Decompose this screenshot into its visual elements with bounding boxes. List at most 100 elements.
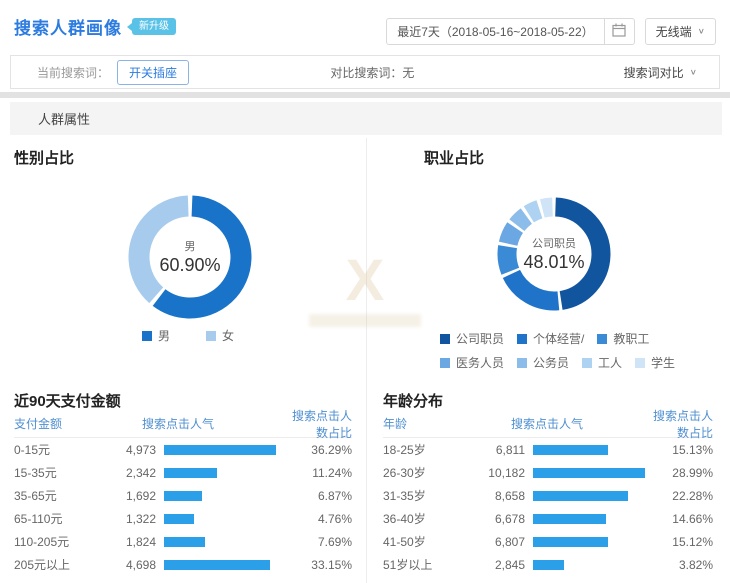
row-percent: 22.28% bbox=[649, 489, 713, 503]
row-label: 65-110元 bbox=[14, 510, 106, 527]
table-row: 36-40岁6,67814.66% bbox=[383, 507, 713, 530]
date-range-selector[interactable]: 最近7天（2018-05-16~2018-05-22） bbox=[386, 18, 604, 45]
table-row: 205元以上4,698 33.15% bbox=[14, 553, 352, 576]
value-bar bbox=[533, 560, 564, 570]
row-label: 36-40岁 bbox=[383, 510, 475, 527]
row-value: 1,692 bbox=[106, 489, 156, 503]
row-label: 110-205元 bbox=[14, 533, 106, 550]
row-value: 10,182 bbox=[475, 466, 525, 480]
value-bar bbox=[164, 445, 276, 455]
row-value: 8,658 bbox=[475, 489, 525, 503]
legend-item-工人[interactable]: 工人 bbox=[582, 354, 622, 371]
legend-label: 医务人员 bbox=[456, 354, 504, 371]
legend-item-医务人员[interactable]: 医务人员 bbox=[440, 354, 504, 371]
occupation-donut-chart[interactable]: 公司职员 48.01% bbox=[484, 184, 624, 324]
value-bar bbox=[533, 514, 606, 524]
table-row: 51岁以上2,8453.82% bbox=[383, 553, 713, 576]
row-value: 2,342 bbox=[106, 466, 156, 480]
legend-swatch bbox=[582, 358, 592, 368]
row-percent: 28.99% bbox=[649, 466, 713, 480]
row-percent: 36.29% bbox=[288, 443, 352, 457]
row-percent: 6.87% bbox=[288, 489, 352, 503]
row-value: 4,698 bbox=[106, 558, 156, 572]
row-percent: 15.13% bbox=[649, 443, 713, 457]
column-header: 搜索点击人数占比 bbox=[282, 407, 352, 441]
legend-label: 公司职员 bbox=[456, 330, 504, 347]
row-value: 4,973 bbox=[106, 443, 156, 457]
value-bar bbox=[533, 445, 608, 455]
legend-item-教职工[interactable]: 教职工 bbox=[597, 330, 649, 347]
bar-track bbox=[156, 491, 288, 501]
watermark: X bbox=[300, 252, 430, 327]
top-controls: 最近7天（2018-05-16~2018-05-22） 无线端 ∨ bbox=[386, 18, 716, 45]
row-percent: 4.76% bbox=[288, 512, 352, 526]
age-table: 年龄搜索点击人气搜索点击人数占比18-25岁6,81115.13%26-30岁1… bbox=[383, 414, 713, 576]
legend-item-公务员[interactable]: 公务员 bbox=[517, 354, 569, 371]
date-range-text: 最近7天（2018-05-16~2018-05-22） bbox=[397, 23, 593, 40]
bar-track bbox=[156, 560, 288, 570]
table-row: 110-205元1,824 7.69% bbox=[14, 530, 352, 553]
bar-track bbox=[156, 537, 288, 547]
keyword-compare-dropdown[interactable]: 搜索词对比 ∨ bbox=[624, 64, 719, 81]
legend-swatch bbox=[206, 331, 216, 341]
row-percent: 14.66% bbox=[649, 512, 713, 526]
value-bar bbox=[533, 468, 645, 478]
keyword-compare-label: 搜索词对比 bbox=[624, 64, 684, 81]
row-percent: 11.24% bbox=[288, 466, 352, 480]
table-row: 35-65元1,6926.87% bbox=[14, 484, 352, 507]
row-value: 1,824 bbox=[106, 535, 156, 549]
legend-swatch bbox=[142, 331, 152, 341]
legend-label: 学生 bbox=[651, 354, 675, 371]
row-percent: 15.12% bbox=[649, 535, 713, 549]
row-label: 205元以上 bbox=[14, 556, 106, 573]
legend-swatch bbox=[517, 358, 527, 368]
payment-table: 支付金额搜索点击人气搜索点击人数占比0-15元4,97336.29%15-35元… bbox=[14, 414, 352, 576]
bar-track bbox=[525, 445, 649, 455]
legend-swatch bbox=[440, 334, 450, 344]
value-bar bbox=[164, 560, 270, 570]
calendar-button[interactable] bbox=[605, 18, 635, 45]
column-header: 搜索点击人数占比 bbox=[643, 407, 713, 441]
legend-label: 男 bbox=[158, 327, 170, 344]
filter-bar: 当前搜索词： 开关插座 对比搜索词：无 搜索词对比 ∨ bbox=[10, 55, 720, 89]
bar-track bbox=[156, 514, 288, 524]
legend-item-男[interactable]: 男 bbox=[142, 327, 170, 344]
legend-label: 女 bbox=[222, 327, 234, 344]
table-row: 18-25岁6,81115.13% bbox=[383, 438, 713, 461]
current-keyword-button[interactable]: 开关插座 bbox=[117, 60, 189, 85]
channel-label: 无线端 bbox=[656, 23, 692, 40]
legend-item-个体经营/[interactable]: 个体经营/ bbox=[517, 330, 584, 347]
row-percent: 7.69% bbox=[288, 535, 352, 549]
row-label: 51岁以上 bbox=[383, 556, 475, 573]
row-value: 6,807 bbox=[475, 535, 525, 549]
payment-table-title: 近90天支付金额 bbox=[14, 390, 121, 411]
row-label: 15-35元 bbox=[14, 464, 106, 481]
legend-label: 公务员 bbox=[533, 354, 569, 371]
current-keyword-group: 当前搜索词： 开关插座 bbox=[11, 60, 330, 85]
bar-track bbox=[156, 468, 288, 478]
value-bar bbox=[533, 537, 608, 547]
table-row: 0-15元4,97336.29% bbox=[14, 438, 352, 461]
table-row: 15-35元2,342 11.24% bbox=[14, 461, 352, 484]
channel-dropdown[interactable]: 无线端 ∨ bbox=[645, 18, 716, 45]
separator-band bbox=[0, 92, 730, 98]
legend-swatch bbox=[635, 358, 645, 368]
legend-swatch bbox=[597, 334, 607, 344]
watermark-x-glyph: X bbox=[300, 252, 430, 310]
row-percent: 33.15% bbox=[288, 558, 352, 572]
legend-item-学生[interactable]: 学生 bbox=[635, 354, 675, 371]
bar-track bbox=[156, 445, 288, 455]
legend-label: 个体经营/ bbox=[533, 330, 584, 347]
table-header-row: 年龄搜索点击人气搜索点击人数占比 bbox=[383, 414, 713, 438]
value-bar bbox=[533, 491, 628, 501]
watermark-text-blur bbox=[309, 314, 421, 327]
age-table-title: 年龄分布 bbox=[383, 390, 443, 411]
value-bar bbox=[164, 468, 217, 478]
column-header: 搜索点击人气 bbox=[106, 415, 282, 432]
value-bar bbox=[164, 537, 205, 547]
legend-item-公司职员[interactable]: 公司职员 bbox=[440, 330, 504, 347]
table-row: 26-30岁10,18228.99% bbox=[383, 461, 713, 484]
gender-donut-chart[interactable]: 男 60.90% bbox=[115, 182, 265, 332]
table-row: 41-50岁6,80715.12% bbox=[383, 530, 713, 553]
legend-item-女[interactable]: 女 bbox=[206, 327, 234, 344]
